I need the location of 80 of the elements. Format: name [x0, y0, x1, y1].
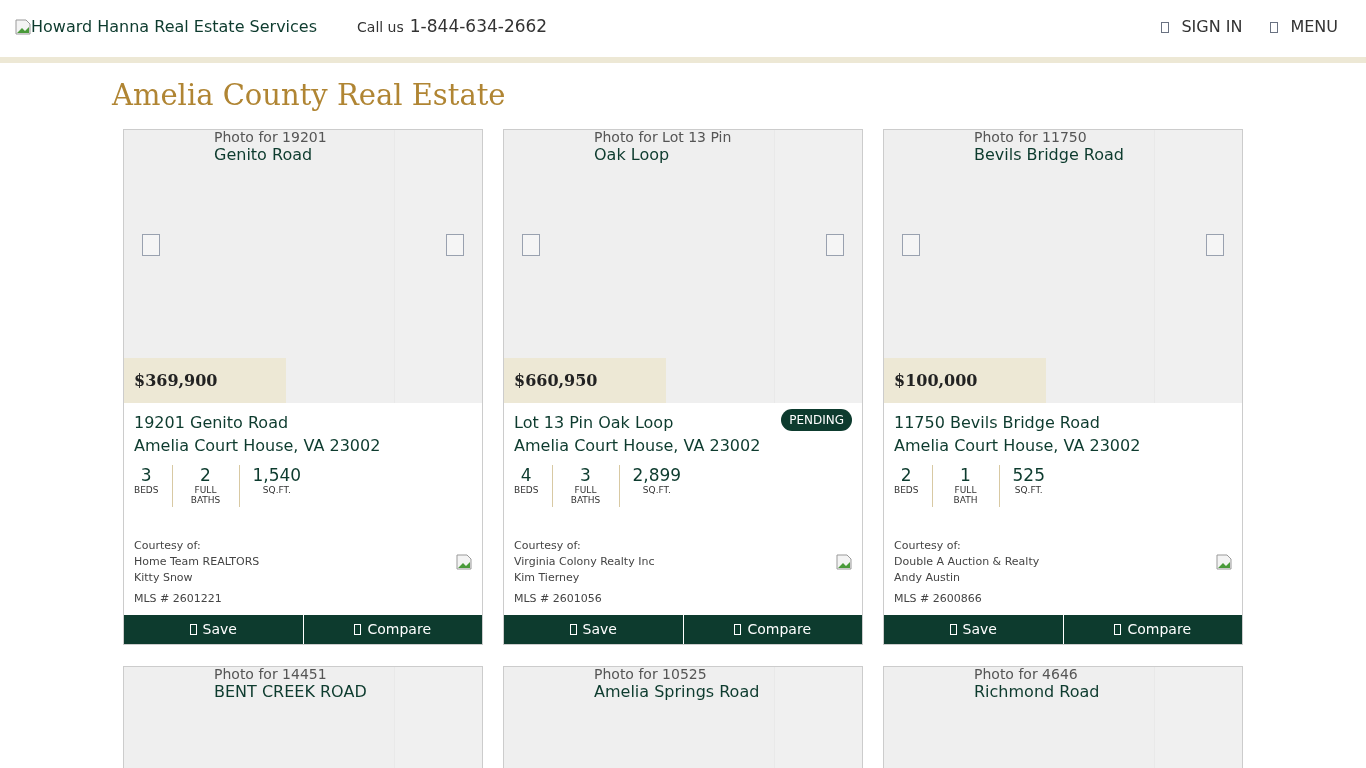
photo-alt-text: Bevils Bridge Road [974, 144, 1124, 166]
square-icon [734, 624, 742, 635]
stat-value: 3 [580, 465, 591, 485]
stat-value: 3 [140, 465, 152, 485]
listing-agent: Kim Tierney [514, 570, 581, 586]
listing-office: Double A Auction & Realty [894, 554, 1040, 570]
mls-number: MLS # 2600866 [894, 591, 983, 607]
photo-alt-text: Photo for 4646 [974, 667, 1079, 681]
photo-alt-text: Oak Loop [594, 144, 671, 166]
previous-photo-button[interactable] [902, 234, 920, 256]
phone-link[interactable]: 1-844-634-2662 [409, 14, 548, 40]
compare-button[interactable]: Compare [1062, 615, 1242, 644]
stat-label: BEDS [514, 485, 539, 495]
stat-value: 4 [520, 465, 532, 485]
broken-image-icon [1216, 554, 1232, 570]
stat-label: BEDS [894, 485, 919, 495]
courtesy-label: Courtesy of: [894, 538, 962, 554]
previous-photo-button[interactable] [142, 234, 160, 256]
call-label: Call us [357, 18, 404, 38]
listing-agent: Andy Austin [894, 570, 962, 586]
stat-label: FULL BATH [952, 485, 979, 505]
stat-value: 2,899 [632, 465, 682, 485]
price-tag: $660,950 [504, 358, 666, 403]
mls-number: MLS # 2601221 [134, 591, 223, 607]
square-icon [949, 624, 957, 635]
square-icon [354, 624, 362, 635]
photo-alt-text: Amelia Springs Road [594, 681, 760, 703]
save-button[interactable]: Save [504, 615, 683, 644]
stat-value: 525 [1012, 465, 1045, 485]
price-tag: $369,900 [124, 358, 286, 403]
save-button[interactable]: Save [884, 615, 1063, 644]
photo-alt-text: Photo for 14451 [214, 667, 328, 681]
courtesy-label: Courtesy of: [514, 538, 582, 554]
broken-image-icon [456, 554, 472, 570]
stat-label: BEDS [134, 485, 159, 495]
next-photo-button[interactable] [446, 234, 464, 256]
photo-alt-text: Photo for 11750 [974, 130, 1088, 144]
stat-value: 1 [960, 465, 971, 485]
previous-photo-button[interactable] [522, 234, 540, 256]
stat-label: SQ.FT. [262, 485, 291, 495]
broken-image-icon [15, 19, 31, 35]
address-street: 11750 Bevils Bridge Road [894, 412, 1101, 434]
status-badge: PENDING [781, 409, 852, 431]
address-street: Lot 13 Pin Oak Loop [514, 412, 675, 434]
price-tag: $100,000 [884, 358, 1046, 403]
save-button[interactable]: Save [124, 615, 303, 644]
stat-value: 1,540 [252, 465, 302, 485]
stat-label: FULL BATHS [189, 485, 222, 505]
stat-label: SQ.FT. [642, 485, 671, 495]
square-icon [1114, 624, 1122, 635]
listing-office: Home Team REALTORS [134, 554, 260, 570]
photo-alt-text: Photo for 10525 [594, 667, 708, 681]
compare-button[interactable]: Compare [682, 615, 862, 644]
photo-alt-text: Genito Road [214, 144, 314, 166]
compare-button[interactable]: Compare [302, 615, 482, 644]
listing-agent: Kitty Snow [134, 570, 194, 586]
stat-label: FULL BATHS [569, 485, 602, 505]
address-street: 19201 Genito Road [134, 412, 290, 434]
square-icon [189, 624, 197, 635]
courtesy-label: Courtesy of: [134, 538, 202, 554]
stat-value: 2 [200, 465, 211, 485]
listing-office: Virginia Colony Realty Inc [514, 554, 655, 570]
stat-value: 2 [900, 465, 912, 485]
next-photo-button[interactable] [1206, 234, 1224, 256]
mls-number: MLS # 2601056 [514, 591, 603, 607]
menu-link[interactable]: MENU [1270, 15, 1338, 39]
photo-alt-text: Richmond Road [974, 681, 1100, 703]
photo-alt-text: Photo for Lot 13 Pin [594, 130, 732, 144]
photo-alt-text: BENT CREEK ROAD [214, 681, 367, 703]
address-city: Amelia Court House, VA 23002 [514, 435, 761, 457]
sign-in-link[interactable]: SIGN IN [1161, 15, 1243, 39]
page-title: Amelia County Real Estate [112, 77, 507, 114]
photo-alt-text: Photo for 19201 [214, 130, 327, 144]
stat-label: SQ.FT. [1014, 485, 1043, 495]
broken-image-icon [836, 554, 852, 570]
square-icon [569, 624, 577, 635]
address-city: Amelia Court House, VA 23002 [894, 435, 1141, 457]
address-city: Amelia Court House, VA 23002 [134, 435, 381, 457]
logo-link[interactable]: Howard Hanna Real Estate Services [15, 15, 318, 39]
next-photo-button[interactable] [826, 234, 844, 256]
